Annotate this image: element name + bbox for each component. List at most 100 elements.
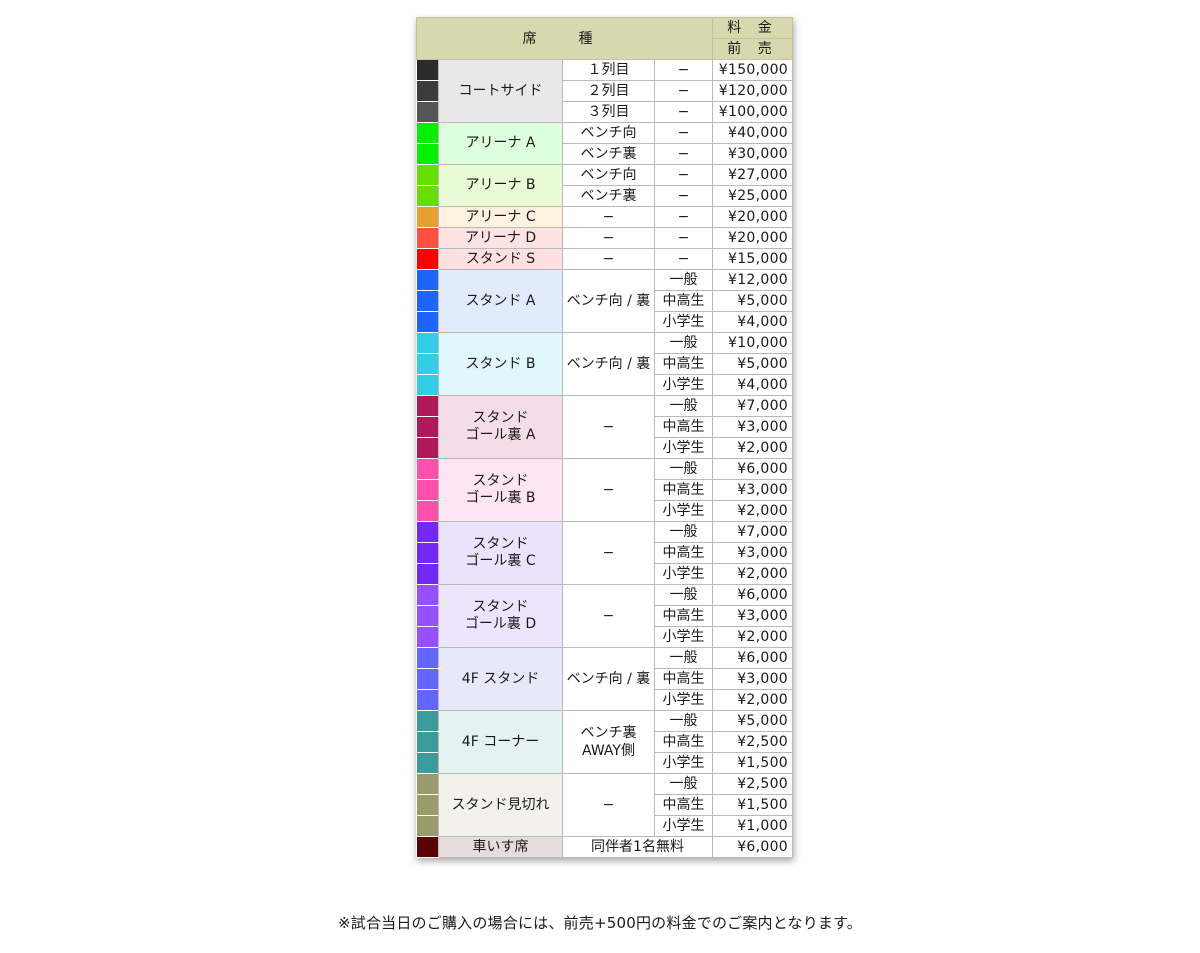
table-row: 4F スタンド ベンチ向 / 裏一般 ¥6,000 <box>416 647 793 711</box>
ticket-category: 小学生 <box>654 437 713 459</box>
seat-color-swatch <box>416 794 439 816</box>
advance-price: ¥10,000 <box>712 332 793 354</box>
advance-price: ¥150,000 <box>712 59 793 81</box>
advance-price: ¥5,000 <box>712 353 793 375</box>
seat-name: スタンド A <box>438 269 563 333</box>
seat-name: スタンド ゴール裏 B <box>438 458 563 522</box>
ticket-category: 小学生 <box>654 752 713 774</box>
ticket-category: − <box>654 80 713 102</box>
seat-section: ベンチ裏 <box>562 143 655 165</box>
table-row: スタンド ゴール裏 A − 一般 ¥7,000 <box>416 395 793 459</box>
seat-section: − <box>562 227 655 249</box>
ticket-category: 一般 <box>654 521 713 543</box>
ticket-category: 一般 <box>654 458 713 480</box>
seat-color-swatch <box>416 227 439 249</box>
seat-color-swatch <box>416 563 439 585</box>
seat-section: − <box>562 248 655 270</box>
seat-color-swatch <box>416 290 439 312</box>
seat-name: スタンド ゴール裏 A <box>438 395 563 459</box>
ticket-category: 中高生 <box>654 416 713 438</box>
ticket-category: 中高生 <box>654 668 713 690</box>
advance-price: ¥6,000 <box>712 647 793 669</box>
ticket-category: − <box>654 101 713 123</box>
advance-price: ¥1,500 <box>712 752 793 774</box>
table-row: スタンド ゴール裏 D − 一般 ¥6,000 <box>416 584 793 648</box>
seat-section: − <box>562 395 655 459</box>
seat-color-swatch <box>416 689 439 711</box>
ticket-category: 小学生 <box>654 563 713 585</box>
seat-name: アリーナ B <box>438 164 563 207</box>
table-row: スタンド ゴール裏 B − 一般 ¥6,000 <box>416 458 793 522</box>
advance-price: ¥15,000 <box>712 248 793 270</box>
seat-color-swatch <box>416 122 439 144</box>
header-row: 席 種 料 金 <box>416 17 793 60</box>
seat-color-swatch <box>416 542 439 564</box>
advance-price: ¥1,000 <box>712 815 793 837</box>
ticket-category: 小学生 <box>654 815 713 837</box>
advance-price: ¥5,000 <box>712 710 793 732</box>
seat-color-swatch <box>416 647 439 669</box>
seat-color-swatch <box>416 815 439 837</box>
ticket-category: − <box>654 185 713 207</box>
seat-color-swatch <box>416 773 439 795</box>
ticket-category: 一般 <box>654 584 713 606</box>
seat-color-swatch <box>416 374 439 396</box>
ticket-category: 小学生 <box>654 689 713 711</box>
advance-price: ¥4,000 <box>712 311 793 333</box>
ticket-category: − <box>654 59 713 81</box>
seat-section: ２列目 <box>562 80 655 102</box>
advance-price: ¥120,000 <box>712 80 793 102</box>
ticket-category: 一般 <box>654 395 713 417</box>
advance-price: ¥7,000 <box>712 521 793 543</box>
ticket-category: 中高生 <box>654 731 713 753</box>
seat-color-swatch <box>416 626 439 648</box>
seat-section: ベンチ向 / 裏 <box>562 332 655 396</box>
advance-price: ¥6,000 <box>712 458 793 480</box>
seat-color-swatch <box>416 836 439 858</box>
ticket-category: − <box>654 164 713 186</box>
advance-price: ¥3,000 <box>712 668 793 690</box>
table-row: アリーナ A ベンチ向 − ¥40,000 <box>416 122 793 165</box>
advance-price: ¥40,000 <box>712 122 793 144</box>
advance-price: ¥6,000 <box>712 584 793 606</box>
seat-section: − <box>562 773 655 837</box>
seat-name: 4F コーナー <box>438 710 563 774</box>
advance-price: ¥30,000 <box>712 143 793 165</box>
ticket-category: 小学生 <box>654 500 713 522</box>
table-row: アリーナ D − − ¥20,000 <box>416 227 793 249</box>
seat-name: スタンド見切れ <box>438 773 563 837</box>
advance-price: ¥2,500 <box>712 731 793 753</box>
table-body: 席 種 料 金 前 売 コートサイド １列目 − ¥150,000 ２列目 − ¥120,0… <box>416 17 793 858</box>
footnote: ※試合当日のご購入の場合には、前売+500円の料金でのご案内となります。 <box>337 914 863 932</box>
table-row: スタンド B ベンチ向 / 裏一般 ¥10,000 <box>416 332 793 396</box>
seat-color-swatch <box>416 458 439 480</box>
seat-name: アリーナ D <box>438 227 563 249</box>
advance-price: ¥1,500 <box>712 794 793 816</box>
advance-price: ¥2,000 <box>712 500 793 522</box>
seat-color-swatch <box>416 416 439 438</box>
seat-color-swatch <box>416 80 439 102</box>
seat-section: ベンチ向 <box>562 122 655 144</box>
seat-name: スタンド ゴール裏 D <box>438 584 563 648</box>
advance-price: ¥2,000 <box>712 437 793 459</box>
ticket-category: 小学生 <box>654 626 713 648</box>
ticket-category: 一般 <box>654 647 713 669</box>
table-row: コートサイド １列目 − ¥150,000 <box>416 59 793 123</box>
ticket-category: 中高生 <box>654 794 713 816</box>
seat-section: − <box>562 458 655 522</box>
seat-section: ３列目 <box>562 101 655 123</box>
ticket-category: 一般 <box>654 332 713 354</box>
seat-name: 車いす席 <box>438 836 563 858</box>
seat-color-swatch <box>416 500 439 522</box>
table-row: スタンド S − − ¥15,000 <box>416 248 793 270</box>
advance-price: ¥3,000 <box>712 542 793 564</box>
seat-name: アリーナ A <box>438 122 563 165</box>
seat-color-swatch <box>416 185 439 207</box>
seat-color-swatch <box>416 353 439 375</box>
seat-section: ベンチ向 <box>562 164 655 186</box>
seat-color-swatch <box>416 605 439 627</box>
seat-section: − <box>562 206 655 228</box>
ticket-category: − <box>654 122 713 144</box>
ticket-category: 小学生 <box>654 374 713 396</box>
table-row: アリーナ B ベンチ向 − ¥27,000 <box>416 164 793 207</box>
